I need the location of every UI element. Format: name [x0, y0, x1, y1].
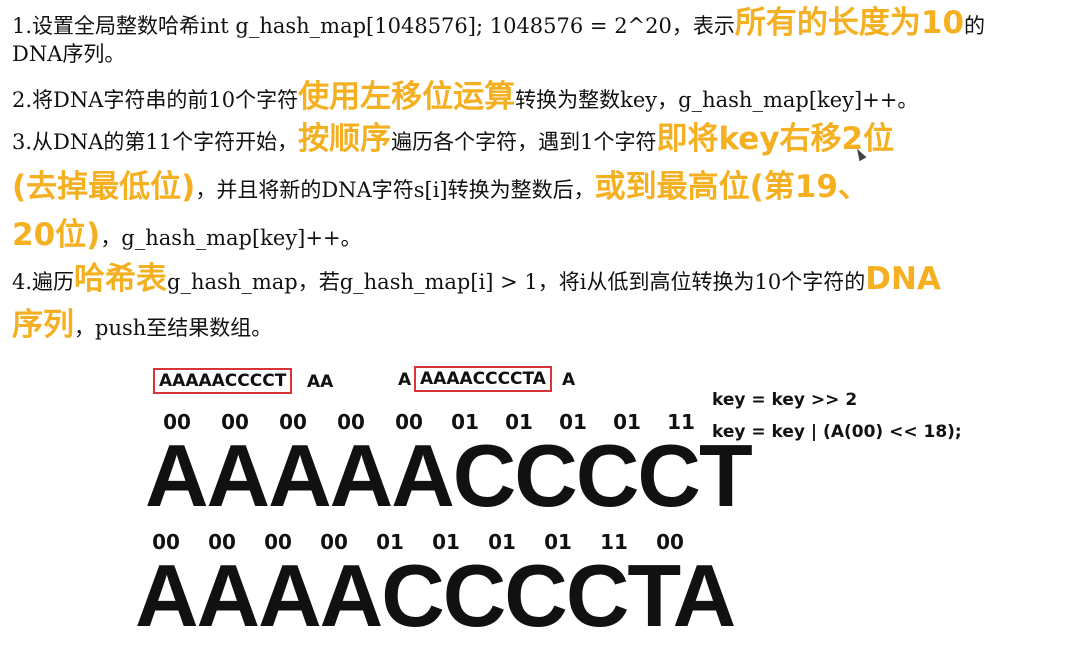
step4-line1: 4.遍历哈希表g_hash_map，若g_hash_map[i] > 1，将i从… — [12, 264, 941, 295]
step1-text: 1.设置全局整数哈希int g_hash_map[1048576]; 10485… — [12, 14, 735, 38]
step4-line2: 序列，push至结果数组。 — [12, 310, 272, 341]
step4-highlight-seq: 序列 — [12, 307, 74, 343]
step3-highlight-bits: 20位) — [12, 217, 101, 253]
step4-text-mid: g_hash_map，若g_hash_map[i] > 1，将i从低到高位转换为… — [167, 270, 866, 294]
step4-text-end: ，push至结果数组。 — [74, 316, 273, 340]
step3-text-mid2: ，并且将新的DNA字符s[i]转换为整数后， — [195, 178, 595, 202]
row1-letters: AAAAACCCCT — [145, 426, 753, 525]
step1-text-cont: DNA序列。 — [12, 42, 126, 66]
window2-after: A — [562, 370, 576, 390]
step3-text-mid: 遍历各个字符，遇到1个字符 — [391, 130, 657, 154]
row2-letters: AAAACCCCTA — [135, 546, 736, 645]
step3-highlight-or: 或到最高位(第19、 — [594, 169, 869, 205]
step1-line1: 1.设置全局整数哈希int g_hash_map[1048576]; 10485… — [12, 8, 985, 39]
step1-line2: DNA序列。 — [12, 44, 125, 65]
window1-box: AAAAACCCCT — [153, 368, 293, 394]
step3-highlight-order: 按顺序 — [298, 121, 392, 157]
step3-text: 3.从DNA的第11个字符开始， — [12, 130, 299, 154]
window1-after: AA — [307, 372, 334, 392]
step3-highlight-drop: (去掉最低位) — [12, 169, 196, 205]
step3-text-end: ，g_hash_map[key]++。 — [100, 226, 362, 250]
step4-highlight-hash: 哈希表 — [74, 261, 168, 297]
step3-line2: (去掉最低位)，并且将新的DNA字符s[i]转换为整数后，或到最高位(第19、 — [12, 172, 869, 203]
step1-text-end: 的 — [964, 14, 986, 38]
step1-highlight: 所有的长度为10 — [734, 5, 965, 41]
window2-box: AAAACCCCTA — [414, 366, 552, 392]
code-line-shift: key = key >> 2 — [712, 390, 858, 410]
step2-highlight: 使用左移位运算 — [298, 79, 516, 115]
window2-before: A — [398, 370, 412, 390]
step2-text-end: 转换为整数key，g_hash_map[key]++。 — [515, 88, 919, 112]
step3-line3: 20位)，g_hash_map[key]++。 — [12, 220, 362, 251]
step2-text: 2.将DNA字符串的前10个字符 — [12, 88, 299, 112]
step4-highlight-dna: DNA — [865, 261, 941, 297]
step3-line1: 3.从DNA的第11个字符开始，按顺序遍历各个字符，遇到1个字符即将key右移2… — [12, 124, 894, 155]
step4-text: 4.遍历 — [12, 270, 75, 294]
step2-line: 2.将DNA字符串的前10个字符使用左移位运算转换为整数key，g_hash_m… — [12, 82, 918, 113]
